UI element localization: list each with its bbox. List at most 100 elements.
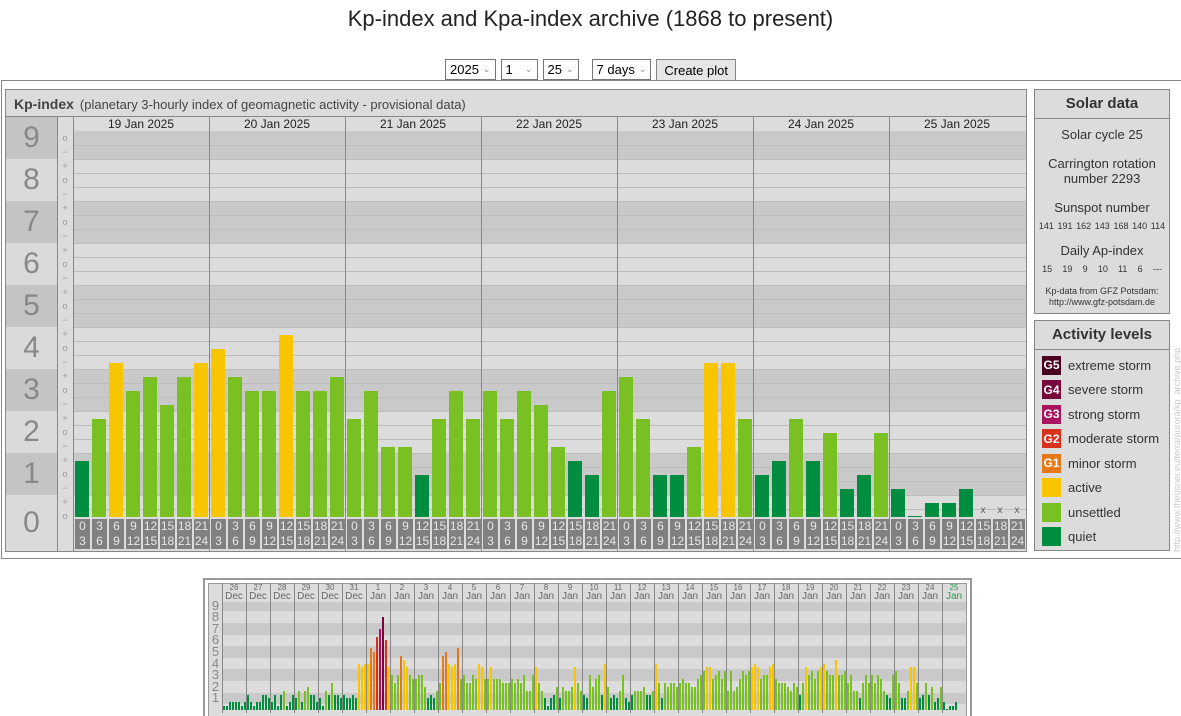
slot-start: 12 xyxy=(959,519,974,533)
slot-start: 21 xyxy=(738,519,753,533)
mini-day-label: 25 Jan xyxy=(942,583,966,602)
day-divider xyxy=(209,117,210,551)
mini-kp-bar xyxy=(595,679,597,710)
time-slot-label: 18 21 xyxy=(721,519,736,549)
sunspot-value: 140 xyxy=(1132,221,1148,231)
mini-band-7 xyxy=(222,623,966,635)
day-label: 25 Jan 2025 xyxy=(923,117,991,131)
mini-kp-bar xyxy=(319,698,321,710)
kp-bar xyxy=(585,475,599,517)
mini-kp-bar xyxy=(811,671,813,710)
mini-kp-bar xyxy=(712,679,714,710)
mini-kp-bar xyxy=(586,698,588,710)
ap-label: Daily Ap-index xyxy=(1060,243,1144,258)
month-select[interactable]: 1 ⌄ xyxy=(500,59,538,80)
mini-kp-bar xyxy=(790,690,792,710)
mini-day-divider xyxy=(630,583,631,713)
mini-kp-bar xyxy=(355,698,357,710)
slot-start: 12 xyxy=(279,519,294,533)
slot-end: 21 xyxy=(721,534,736,548)
minor-mark: o xyxy=(62,259,68,269)
mini-day-label: 11 Jan xyxy=(606,583,630,602)
mini-kp-bar xyxy=(775,679,777,710)
mini-day-month: Jan xyxy=(537,591,555,602)
mini-kp-bar xyxy=(841,675,843,710)
mini-kp-bar xyxy=(457,648,459,710)
mini-kp-bar xyxy=(937,698,939,710)
minor-mark: o xyxy=(62,469,68,479)
mini-kp-bar xyxy=(250,702,252,710)
slot-end: 24 xyxy=(1010,534,1025,548)
range-select[interactable]: 7 days ⌄ xyxy=(591,59,652,80)
slot-start: 0 xyxy=(79,519,86,533)
mini-day-label: 16 Jan xyxy=(726,583,750,602)
mini-day-month: Dec xyxy=(297,591,315,602)
mini-day-month: Jan xyxy=(633,591,651,602)
kp-bar xyxy=(160,405,174,517)
mini-kp-bar xyxy=(901,698,903,710)
legend-item-moderate-storm: G2 moderate storm xyxy=(1035,427,1169,452)
mini-kp-bar xyxy=(889,698,891,710)
mini-kp-bar xyxy=(703,671,705,710)
mini-day-month: Jan xyxy=(825,591,843,602)
kp-band-5 xyxy=(73,285,1026,327)
time-slot-label: 03 xyxy=(891,519,906,549)
mini-day-month: Jan xyxy=(417,591,435,602)
gridline xyxy=(73,257,1026,258)
mini-day-divider xyxy=(270,583,271,713)
time-slot-label: 36 xyxy=(772,519,787,549)
mini-day-month: Dec xyxy=(273,591,291,602)
gridline xyxy=(73,341,1026,342)
mini-day-label: 2 Jan xyxy=(390,583,414,602)
day-select[interactable]: 25 ⌄ xyxy=(542,59,579,80)
mini-day-month: Jan xyxy=(441,591,459,602)
kp-bar xyxy=(245,391,259,517)
mini-kp-bar xyxy=(229,702,231,710)
source-link[interactable]: http://www.gfz-potsdam.de xyxy=(1035,297,1169,308)
mini-kp-bar xyxy=(517,679,519,710)
slot-end: 18 xyxy=(296,534,311,548)
mini-kp-bar xyxy=(397,675,399,710)
slot-start: 21 xyxy=(466,519,481,533)
mini-band-3 xyxy=(222,669,966,681)
minor-mark: − xyxy=(62,189,68,199)
slot-end: 21 xyxy=(585,534,600,548)
mini-kp-bar xyxy=(583,694,585,710)
slot-start: 12 xyxy=(143,519,158,533)
day-label: 22 Jan 2025 xyxy=(515,117,583,131)
year-select[interactable]: 2025 ⌄ xyxy=(445,59,496,80)
kp-bar xyxy=(313,391,327,517)
mini-kp-bar xyxy=(427,698,429,710)
kp-bar xyxy=(755,475,769,517)
kp-panel-header: Kp-index (planetary 3-hourly index of geo… xyxy=(5,89,1027,117)
missing-mark: x xyxy=(997,505,1003,516)
slot-end: 9 xyxy=(385,534,392,548)
create-plot-button[interactable]: Create plot xyxy=(656,59,736,81)
mini-day-month: Jan xyxy=(489,591,507,602)
slot-end: 24 xyxy=(738,534,753,548)
slot-start: 21 xyxy=(1010,519,1025,533)
mini-day-month: Jan xyxy=(513,591,531,602)
ap-values: 15 19 9 10 11 6 --- xyxy=(1035,264,1169,274)
kp-panel-subtitle: (planetary 3-hourly index of geomagnetic… xyxy=(79,97,466,112)
mini-kp-bar xyxy=(328,694,330,710)
mini-day-label: 18 Jan xyxy=(774,583,798,602)
mini-kp-bar xyxy=(949,706,951,710)
time-slot-label: 69 xyxy=(517,519,532,549)
mini-kp-bar xyxy=(913,667,915,710)
y-tick-label: 9 xyxy=(6,117,57,159)
mini-kp-bar xyxy=(475,679,477,710)
time-slot-label: 36 xyxy=(364,519,379,549)
mini-day-label: 10 Jan xyxy=(582,583,606,602)
mini-day-divider xyxy=(342,583,343,713)
mini-kp-bar xyxy=(445,652,447,710)
slot-end: 6 xyxy=(640,534,647,548)
day-divider xyxy=(481,117,482,551)
legend-label: active xyxy=(1068,480,1102,496)
mini-kp-bar xyxy=(640,690,642,710)
mini-day-label: 20 Jan xyxy=(822,583,846,602)
gridline xyxy=(73,215,1026,216)
mini-kp-bar xyxy=(289,702,291,710)
mini-day-divider xyxy=(294,583,295,713)
mini-kp-bar xyxy=(814,679,816,710)
